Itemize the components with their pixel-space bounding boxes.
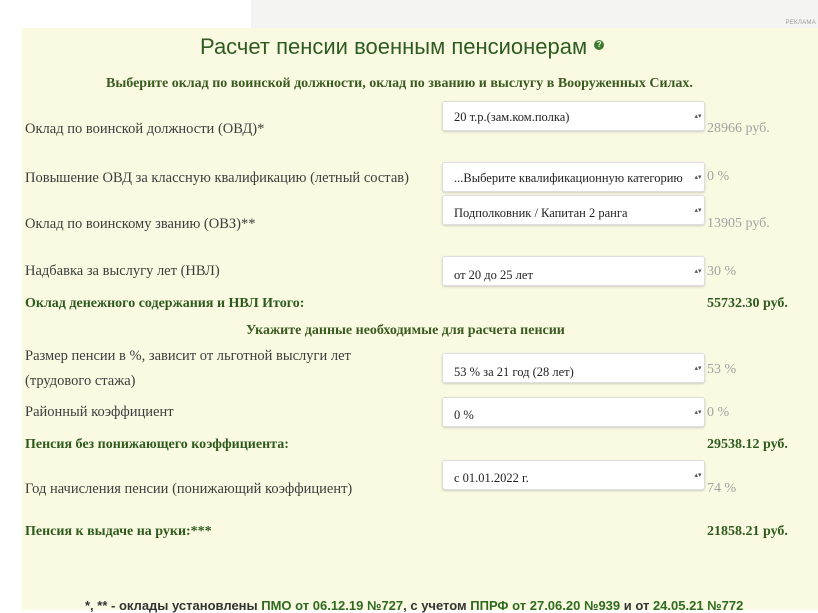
footnote-link-772[interactable]: 24.05.21 №772 <box>653 598 743 613</box>
pension-percent-select[interactable]: 53 % за 21 год (28 лет) ▴▾ <box>442 353 705 383</box>
label-pension-year: Год начисления пенсии (понижающий коэффи… <box>25 481 353 497</box>
label-rank-salary: Оклад по воинскому званию (ОВЗ)** <box>25 216 256 232</box>
pension-no-coef-label: Пенсия без понижающего коэффициента: <box>25 437 289 452</box>
rank-salary-select[interactable]: Подполковник / Капитан 2 ранга ▴▾ <box>442 195 705 225</box>
label-pension-percent: Размер пенсии в %, зависит от льготной в… <box>25 344 351 394</box>
footnote-mid1: , с учетом <box>403 598 471 613</box>
updown-arrows-icon: ▴▾ <box>694 267 702 275</box>
class-qualification-select[interactable]: ...Выберите квалификационную категорию ▴… <box>442 162 705 192</box>
label-regional-coefficient: Районный коэффициент <box>25 404 174 420</box>
seniority-bonus-selected: от 20 до 25 лет <box>454 268 533 282</box>
total-salary-label: Оклад денежного содержания и НВЛ Итого: <box>25 296 305 311</box>
pension-percent-selected: 53 % за 21 год (28 лет) <box>454 365 574 379</box>
ad-banner[interactable]: РЕКЛАМА <box>251 0 818 28</box>
position-salary-select[interactable]: 20 т.р.(зам.ком.полка) ▴▾ <box>442 101 705 131</box>
page-title-text: Расчет пенсии военным пенсионерам <box>200 34 588 59</box>
pension-year-value: 74 % <box>707 481 737 496</box>
ad-label: РЕКЛАМА <box>785 20 816 26</box>
footnote-link-pmo[interactable]: ПМО от 06.12.19 №727 <box>261 598 403 613</box>
regional-coefficient-select[interactable]: 0 % ▴▾ <box>442 397 705 427</box>
regional-coefficient-selected: 0 % <box>454 408 474 422</box>
updown-arrows-icon: ▴▾ <box>694 206 702 214</box>
footnote-prefix: *, ** - оклады установлены <box>85 598 262 613</box>
footnote-mid2: и от <box>620 598 653 613</box>
pension-year-select[interactable]: с 01.01.2022 г. ▴▾ <box>442 460 705 490</box>
total-salary-value: 55732.30 руб. <box>707 296 788 311</box>
pension-no-coef-value: 29538.12 руб. <box>707 437 788 452</box>
seniority-bonus-value: 30 % <box>707 264 737 279</box>
seniority-bonus-select[interactable]: от 20 до 25 лет ▴▾ <box>442 256 705 286</box>
rank-salary-selected: Подполковник / Капитан 2 ранга <box>454 206 628 220</box>
section-heading-salary: Выберите оклад по воинской должности, ок… <box>106 76 693 91</box>
class-qualification-value: 0 % <box>707 169 730 184</box>
updown-arrows-icon: ▴▾ <box>694 408 702 416</box>
label-pension-percent-line2: (трудового стажа) <box>25 373 136 389</box>
updown-arrows-icon: ▴▾ <box>694 471 702 479</box>
pension-payout-value: 21858.21 руб. <box>707 524 788 539</box>
updown-arrows-icon: ▴▾ <box>694 173 702 181</box>
section-heading-pension: Укажите данные необходимые для расчета п… <box>246 323 565 338</box>
footnote-link-pprf[interactable]: ППРФ от 27.06.20 №939 <box>470 598 620 613</box>
top-banner-left <box>25 0 251 28</box>
label-class-qualification: Повышение ОВД за классную квалификацию (… <box>25 170 409 186</box>
label-position-salary: Оклад по воинской должности (ОВД)* <box>25 121 265 137</box>
pension-percent-value: 53 % <box>707 362 737 377</box>
regional-coefficient-value: 0 % <box>707 405 730 420</box>
footnote: *, ** - оклады установлены ПМО от 06.12.… <box>85 598 743 613</box>
rank-salary-value: 13905 руб. <box>707 216 770 231</box>
label-seniority-bonus: Надбавка за выслугу лет (НВЛ) <box>25 263 220 279</box>
updown-arrows-icon: ▴▾ <box>694 364 702 372</box>
help-icon[interactable]: ? <box>594 40 605 51</box>
label-pension-percent-line1: Размер пенсии в %, зависит от льготной в… <box>25 348 351 364</box>
position-salary-value: 28966 руб. <box>707 121 770 136</box>
updown-arrows-icon: ▴▾ <box>694 112 702 120</box>
page-title: Расчет пенсии военным пенсионерам? <box>200 34 605 60</box>
pension-year-selected: с 01.01.2022 г. <box>454 471 529 485</box>
class-qualification-selected: ...Выберите квалификационную категорию <box>454 171 683 185</box>
position-salary-selected: 20 т.р.(зам.ком.полка) <box>454 110 570 124</box>
pension-payout-label: Пенсия к выдаче на руки:*** <box>25 524 212 539</box>
